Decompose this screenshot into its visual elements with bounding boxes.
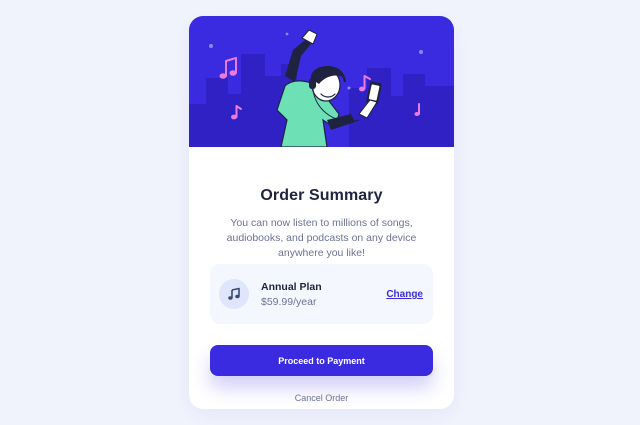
plan-summary: Annual Plan $59.99/year Change [210, 264, 433, 324]
music-note-icon [219, 279, 249, 309]
proceed-to-payment-button[interactable]: Proceed to Payment [210, 345, 433, 376]
order-description: You can now listen to millions of songs,… [226, 217, 417, 259]
plan-price: $59.99/year [261, 296, 317, 308]
change-plan-link[interactable]: Change [386, 289, 423, 300]
music-listener-illustration [189, 29, 454, 147]
order-summary-card: Order Summary You can now listen to mill… [189, 16, 454, 409]
cancel-order-button[interactable]: Cancel Order [189, 393, 454, 403]
page-title: Order Summary [260, 187, 383, 204]
plan-name: Annual Plan [261, 281, 322, 293]
hero-illustration [189, 16, 454, 147]
